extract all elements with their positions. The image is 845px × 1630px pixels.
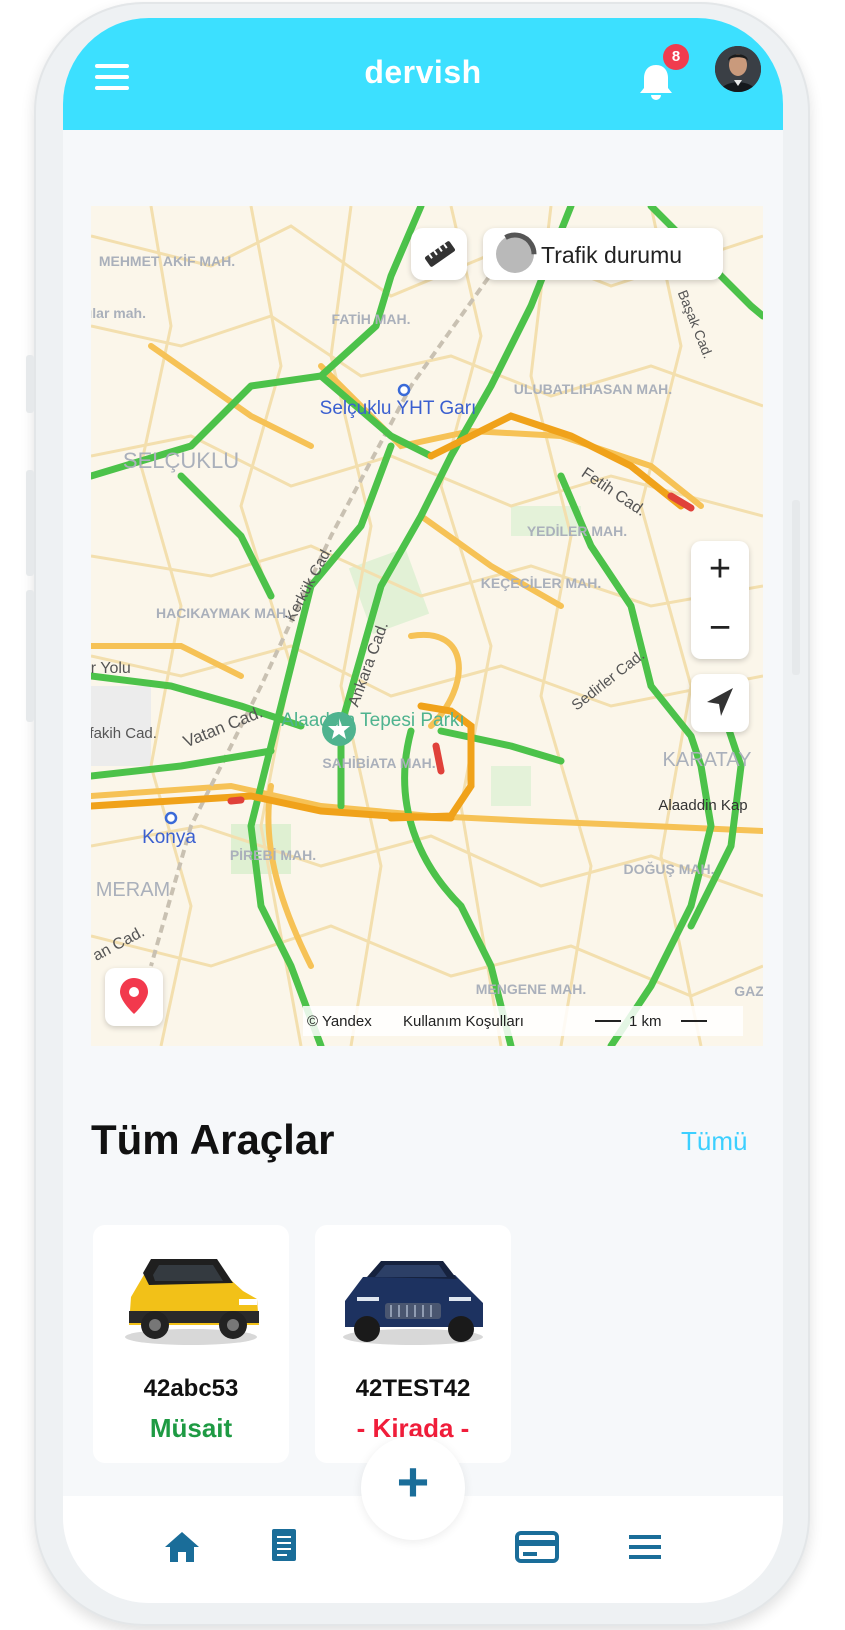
navigation-arrow-icon [707, 688, 733, 716]
map-canvas: MEHMET AKİF MAH. FATİH MAH. Selçuklu YHT G… [91, 206, 763, 1046]
traffic-toggle[interactable]: Trafik durumu [483, 228, 723, 280]
map-label: SAHİBİATA MAH. [322, 755, 435, 771]
traffic-icon [493, 232, 537, 276]
vehicle-image [125, 1259, 259, 1345]
map-label: ncılar mah. [91, 305, 146, 321]
side-button [26, 590, 34, 722]
terms-link[interactable]: Kullanım Koşulları [403, 1013, 524, 1030]
map-label: YEDİLER MAH. [527, 523, 627, 539]
vehicle-plate: 42abc53 [143, 1375, 239, 1402]
scale-bar [681, 1020, 707, 1022]
map-label: FATİH MAH. [331, 311, 410, 327]
map-label: KARATAY [663, 749, 752, 771]
card-icon[interactable] [515, 1530, 559, 1564]
map-label: HACIKAYMAK MAH. [156, 605, 290, 621]
vehicle-image [343, 1261, 483, 1345]
user-avatar[interactable] [715, 46, 761, 92]
section-title: Tüm Araçlar [91, 1116, 335, 1163]
side-button [792, 500, 800, 675]
locate-button[interactable] [691, 674, 749, 732]
document-icon[interactable] [269, 1526, 299, 1564]
map-label: ULUBATLIHASAN MAH. [514, 381, 672, 397]
map-label: KEÇECİLER MAH. [481, 575, 602, 591]
vehicle-plate: 42TEST42 [355, 1375, 471, 1402]
map-label: PİREBİ MAH. [230, 847, 316, 863]
scale-bar [595, 1020, 621, 1022]
home-icon[interactable] [163, 1528, 201, 1566]
side-button [26, 355, 34, 413]
menu-icon[interactable] [627, 1532, 663, 1562]
zoom-out-button[interactable]: − [691, 600, 749, 659]
app-screen: dervish 8 MEHMET AKİF MAH. FATİH MAH. Se… [63, 18, 783, 1603]
map-label: MENGENE MAH. [476, 981, 586, 997]
side-button [26, 470, 34, 576]
vehicle-card[interactable]: 42abc53 Müsait [93, 1225, 289, 1463]
zoom-controls: + − [691, 541, 749, 659]
map-label: MERAM [96, 879, 170, 901]
scale-label: 1 km [629, 1013, 662, 1030]
my-location-pin-button[interactable] [105, 968, 163, 1026]
map-pin-icon [120, 978, 148, 1014]
map-label: SELÇUKLU [123, 448, 239, 473]
see-all-link[interactable]: Tümü [681, 1126, 747, 1157]
map-label: Alaaddin Tepesi Parkı [281, 710, 464, 731]
map-label: Alaaddin Kap [658, 797, 747, 814]
vehicle-card[interactable]: 42TEST42 - Kirada - [315, 1225, 511, 1463]
top-bar: dervish 8 [63, 18, 783, 130]
map-view[interactable]: MEHMET AKİF MAH. FATİH MAH. Selçuklu YHT G… [91, 206, 763, 1046]
map-label: GAZİ [734, 983, 763, 999]
map-attribution: © Yandex Kullanım Koşulları 1 km [303, 1006, 743, 1036]
vehicle-status: Müsait [149, 1413, 233, 1443]
map-label: Konya [142, 827, 196, 848]
map-label: MEHMET AKİF MAH. [99, 253, 235, 269]
ruler-icon [425, 241, 455, 267]
map-label: Selçuklu YHT Garı [320, 398, 477, 419]
zoom-in-button[interactable]: + [691, 541, 749, 600]
notification-badge: 8 [663, 44, 689, 70]
copyright-text: © Yandex [307, 1013, 372, 1030]
add-vehicle-button[interactable]: + [361, 1436, 465, 1540]
map-label: afakih Cad. [91, 725, 157, 742]
map-label: ir Yolu [91, 660, 131, 677]
plus-icon: + [396, 1450, 430, 1513]
ruler-button[interactable] [411, 228, 467, 280]
traffic-label: Trafik durumu [541, 242, 683, 268]
map-label: DOĞUŞ MAH. [624, 860, 715, 877]
